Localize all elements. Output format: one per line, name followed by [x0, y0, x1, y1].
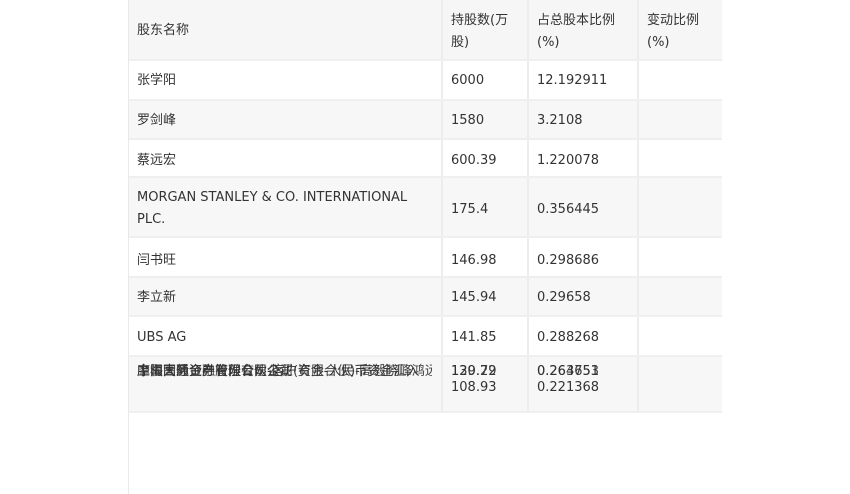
table-row: 李立新 145.94 0.29658 [129, 278, 722, 317]
percentage-value: 0.221368 [537, 380, 600, 395]
percentage-value: 3.2108 [537, 113, 583, 128]
holder-name: 闫书旺 [137, 253, 177, 268]
percentage-value: 0.356445 [537, 202, 600, 217]
header-holder-name: 股东名称 [137, 23, 190, 38]
table-header: 股东名称 持股数(万股) 占总股本比例(%) 变动比例(%) [129, 0, 722, 61]
holder-name: 罗剑峰 [137, 113, 177, 128]
shares-value: 141.85 [451, 330, 497, 345]
holder-name: UBS AG [137, 330, 187, 345]
header-change: 变动比例(%) [647, 13, 700, 50]
holder-name: 张学阳 [137, 73, 177, 88]
table-row: 张学阳 6000 12.192911 [129, 61, 722, 101]
holder-name: 摩根大通证券有限公司-客户资金-人民币资金汇入 [137, 364, 420, 379]
shares-value: 145.94 [451, 290, 497, 305]
header-percentage: 占总股本比例(%) [537, 13, 616, 50]
percentage-value: 0.288268 [537, 330, 600, 345]
table-row: UBS AG 141.85 0.288268 [129, 317, 722, 357]
shares-value: 6000 [451, 73, 485, 88]
holder-name: 蔡远宏 [137, 153, 177, 168]
table-row: MORGAN STANLEY & CO. INTERNATIONAL PLC. … [129, 178, 722, 238]
shares-value: 1580 [451, 113, 485, 128]
holder-name: MORGAN STANLEY & CO. INTERNATIONAL PLC. [137, 190, 408, 227]
percentage-value: 0.298686 [537, 253, 600, 268]
table-row: 闫书旺 146.98 0.298686 [129, 238, 722, 278]
holder-name: 李立新 [137, 290, 177, 305]
table-row-overlap-group: 上海高毅资产管理合伙企业(有限合伙)-高毅晓峰鸿远集合资金信托计划 中国国际金融… [129, 357, 722, 413]
percentage-value: 0.29658 [537, 290, 591, 305]
percentage-value: 12.192911 [537, 73, 608, 88]
header-shares: 持股数(万股) [451, 13, 509, 50]
shares-value: 108.93 [451, 380, 497, 395]
table-row: 罗剑峰 1580 3.2108 [129, 101, 722, 140]
shares-value: 600.39 [451, 153, 497, 168]
shares-value: 146.98 [451, 253, 497, 268]
percentage-value: 1.220078 [537, 153, 600, 168]
shares-value: 175.4 [451, 202, 489, 217]
table-row: 蔡远宏 600.39 1.220078 [129, 140, 722, 178]
